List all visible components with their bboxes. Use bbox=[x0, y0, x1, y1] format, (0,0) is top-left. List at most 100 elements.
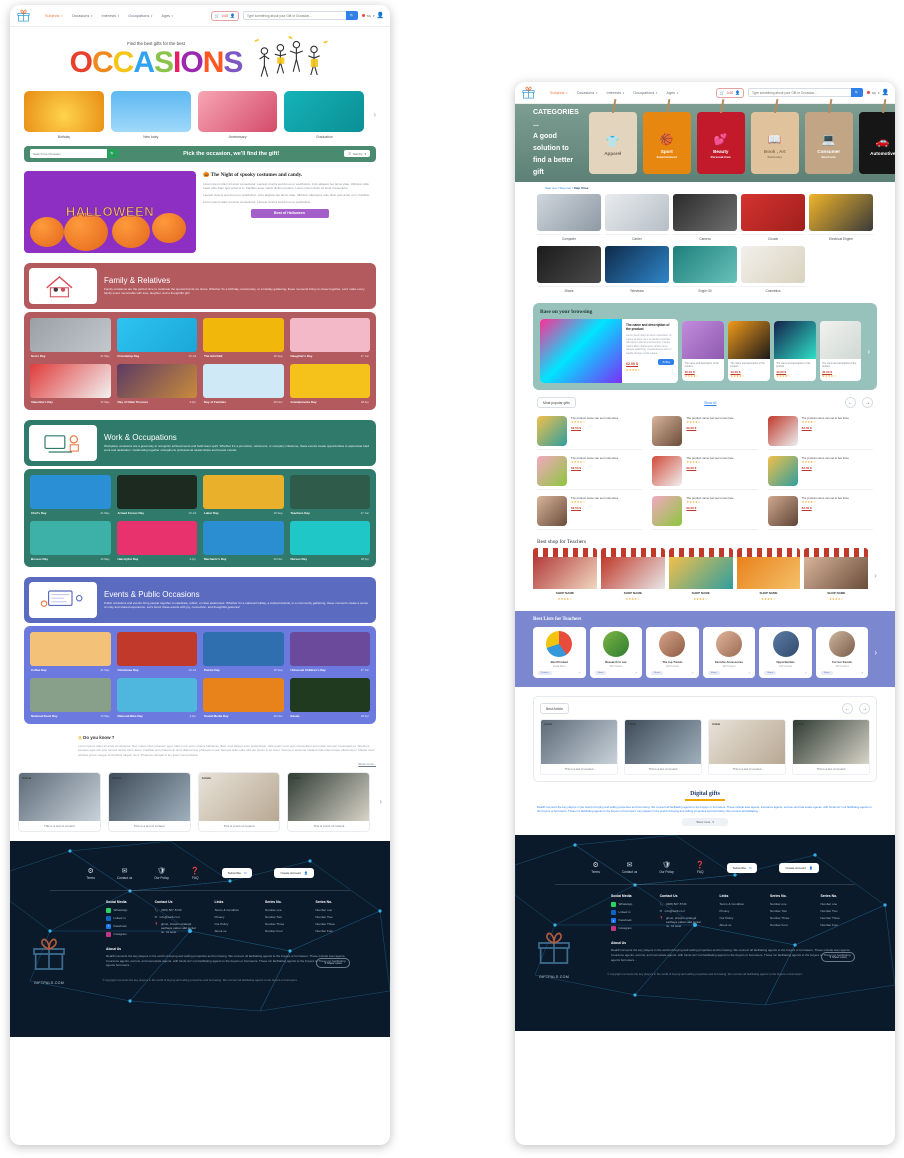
article-card[interactable]: Article This is a text of content bbox=[18, 771, 101, 832]
subscribe-button[interactable]: Subscribe ✉ bbox=[726, 862, 758, 873]
breadcrumb-step-one[interactable]: Step one bbox=[545, 186, 557, 190]
footer-link[interactable]: Number Four bbox=[770, 923, 805, 927]
account-menu[interactable]: My ▾ 👤 bbox=[867, 89, 889, 96]
article-card[interactable]: Article This is a text of content bbox=[708, 719, 786, 775]
category-product[interactable]: Camera bbox=[673, 194, 737, 241]
footer-link[interactable]: Terms & Condition bbox=[215, 908, 250, 912]
show-all-link[interactable]: Show All bbox=[582, 401, 839, 405]
category-tag-apparel[interactable]: 👕 Apparel bbox=[588, 112, 637, 174]
footer-phone[interactable]: 📞 (408) 827-5740 bbox=[660, 902, 704, 906]
article-card[interactable]: Article This is a text of content bbox=[287, 771, 371, 832]
footer-phone[interactable]: 📞 (408) 827-5740 bbox=[155, 908, 199, 912]
search-icon[interactable]: 🔍 bbox=[851, 88, 863, 97]
occasion-card[interactable]: Armed Forces Day 13 Jul bbox=[116, 474, 197, 515]
article-card[interactable]: Article This is a text of content bbox=[624, 719, 702, 775]
footer-faq-link[interactable]: ❓ FAQ bbox=[696, 861, 705, 874]
occasion-card[interactable]: National Bike Day 4 Apr bbox=[116, 677, 197, 718]
category-tag-automotive[interactable]: 🚗 Automotive bbox=[858, 112, 895, 174]
share-icon[interactable]: ↗ bbox=[635, 671, 638, 675]
chevron-right-icon[interactable]: › bbox=[874, 648, 877, 657]
browsing-mini-card[interactable]: The name and description of the product … bbox=[682, 321, 724, 381]
footer-link[interactable]: Number one bbox=[316, 908, 351, 912]
footer-faq-link[interactable]: ❓ FAQ bbox=[191, 867, 200, 880]
search-input[interactable] bbox=[748, 88, 851, 97]
best-of-halloween-button[interactable]: Best of Halloween bbox=[250, 208, 329, 218]
footer-link[interactable]: WhatsApp bbox=[611, 902, 644, 908]
product-row[interactable]: The product name can set in two lines ★★★… bbox=[537, 453, 643, 490]
occasion-card[interactable]: Universal Children's Day 17 Jun bbox=[289, 631, 370, 672]
footer-link[interactable]: Privacy bbox=[720, 909, 755, 913]
browsing-mini-card[interactable]: The name and description of the product … bbox=[773, 321, 816, 381]
occasion-card[interactable]: Chef's Day 21 May bbox=[30, 474, 111, 515]
occasion-card[interactable]: Grandparents Day 28 Apr bbox=[289, 363, 370, 404]
create-account-button[interactable]: Create Account 👤 bbox=[779, 862, 819, 873]
share-icon[interactable]: ↗ bbox=[748, 671, 751, 675]
occasion-card[interactable]: Nurses Day 28 Apr bbox=[289, 520, 370, 561]
arrow-left-icon[interactable]: ← bbox=[845, 397, 856, 408]
nav-link-subjects[interactable]: Subjects bbox=[550, 91, 568, 95]
arrow-left-icon[interactable]: ← bbox=[842, 703, 853, 714]
list-card[interactable]: For her friends 100 Content Share ↗ bbox=[815, 627, 869, 678]
footer-link[interactable]: Number Two bbox=[770, 909, 805, 913]
product-row[interactable]: The product name can set in two lines ★★★… bbox=[652, 493, 758, 530]
occasion-tile[interactable]: Graduation bbox=[284, 91, 365, 139]
shop-card[interactable]: SHOP NAME ★★★★☆ bbox=[533, 548, 597, 603]
gift-logo-icon[interactable] bbox=[16, 8, 31, 23]
subscribe-button[interactable]: Subscribe ✉ bbox=[221, 868, 253, 879]
footer-link[interactable]: Number one bbox=[265, 908, 300, 912]
list-card[interactable]: Best Product Paula Muss Product ↗ bbox=[533, 627, 586, 678]
nav-link-interests[interactable]: Interests bbox=[102, 14, 120, 18]
create-account-button[interactable]: Create Account 👤 bbox=[274, 868, 314, 879]
footer-link[interactable]: f Facebook bbox=[106, 923, 139, 929]
footer-link[interactable]: Number Two bbox=[821, 909, 856, 913]
cart-button[interactable]: 🛒 0.00 👤 bbox=[715, 87, 744, 98]
chevron-right-icon[interactable]: › bbox=[867, 347, 870, 356]
footer-link[interactable]: Number Four bbox=[821, 923, 856, 927]
footer-link[interactable]: Number Three bbox=[316, 922, 351, 926]
footer-link[interactable]: Instagram bbox=[611, 926, 644, 932]
list-card[interactable]: Research to see 100 Content Share ↗ bbox=[589, 627, 643, 678]
footer-link[interactable]: Terms & Condition bbox=[720, 902, 755, 906]
shop-card[interactable]: SHOP NAME ★★★★☆ bbox=[736, 548, 801, 603]
nav-link-occupations[interactable]: Occupations bbox=[128, 14, 152, 18]
nav-link-subjects[interactable]: Subjects bbox=[45, 14, 63, 18]
occasion-card[interactable]: Friendship Day 13 Jul bbox=[116, 317, 197, 358]
footer-link[interactable]: Linked in bbox=[611, 910, 644, 916]
occasion-card[interactable]: Son's Day 21 May bbox=[30, 317, 111, 358]
product-row[interactable]: The product name can set in two lines ★★★… bbox=[537, 413, 643, 450]
search-input[interactable] bbox=[243, 11, 346, 20]
chevron-right-icon[interactable]: › bbox=[373, 110, 376, 119]
category-product[interactable]: Shoes bbox=[537, 246, 601, 293]
footer-link[interactable]: Number Four bbox=[316, 929, 351, 933]
category-tag-book-art[interactable]: 📖 Book , Art Stationary bbox=[750, 112, 799, 174]
best-article-chip[interactable]: Best Article bbox=[540, 703, 569, 714]
search-icon[interactable]: 🔍 bbox=[107, 149, 118, 158]
show-more-link[interactable]: Show more... bbox=[78, 762, 376, 766]
sort-button[interactable]: ☰ Sort by ▾ bbox=[344, 150, 370, 157]
occasion-card[interactable]: Day of Older Persons 4 Apr bbox=[116, 363, 197, 404]
category-product[interactable]: Engin Oil bbox=[673, 246, 737, 293]
article-card[interactable]: Article This is a text of content bbox=[107, 771, 191, 832]
product-row[interactable]: The product name can set in two lines ★★★… bbox=[767, 453, 873, 490]
footer-link[interactable]: Linked in bbox=[106, 915, 139, 921]
occasion-card[interactable]: Day of Families 26 Dec bbox=[203, 363, 284, 404]
search-icon[interactable]: 🔍 bbox=[346, 11, 358, 20]
user-avatar-icon[interactable]: 👤 bbox=[882, 89, 889, 96]
footer-link[interactable]: Number Two bbox=[265, 915, 300, 919]
occasion-card[interactable]: Christmas Day 13 Jul bbox=[116, 631, 197, 672]
occasion-card[interactable]: Mechanic's Day 26 Dec bbox=[203, 520, 284, 561]
footer-link[interactable]: Number Four bbox=[265, 929, 300, 933]
category-tag-sport[interactable]: 🏀 Sport Entertainment bbox=[642, 112, 691, 174]
most-popular-gifts-chip[interactable]: Most popular gifts bbox=[537, 397, 576, 408]
footer-contact-link[interactable]: ✉ Contact us bbox=[117, 867, 132, 880]
chevron-right-icon[interactable]: › bbox=[379, 797, 382, 806]
category-product[interactable]: Electrical Engine bbox=[809, 194, 873, 241]
occasion-card[interactable]: Social Media Day 26 Dec bbox=[203, 677, 284, 718]
breadcrumb-step-two[interactable]: Step two bbox=[560, 186, 572, 190]
occasion-card[interactable]: Patriot Day 16 Sep bbox=[203, 631, 284, 672]
footer-link[interactable]: WhatsApp bbox=[106, 907, 139, 913]
occasion-card[interactable]: Labor Day 16 Sep bbox=[203, 474, 284, 515]
footer-link[interactable]: Our Policy bbox=[720, 916, 755, 920]
footer-email[interactable]: ✉ info@swift.co.il bbox=[155, 915, 199, 919]
share-icon[interactable]: ↗ bbox=[691, 671, 694, 675]
